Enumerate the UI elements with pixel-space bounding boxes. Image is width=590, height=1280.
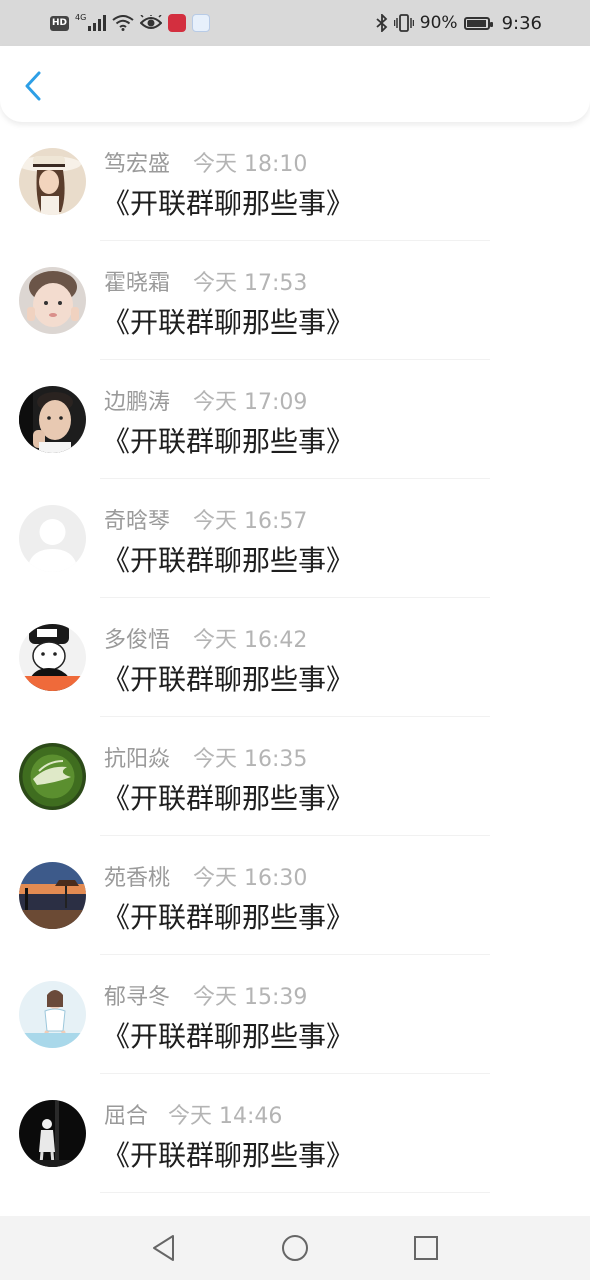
- avatar-cartoon-boy[interactable]: [19, 624, 86, 691]
- message-time: 今天 16:35: [193, 747, 308, 772]
- message-text: 《开联群聊那些事》: [102, 1139, 355, 1172]
- nav-home-button[interactable]: [277, 1230, 313, 1266]
- message-time: 今天 14:46: [168, 1104, 283, 1129]
- sender-name: 奇晗琴: [104, 509, 171, 534]
- avatar-sunset-beach[interactable]: [19, 862, 86, 929]
- message-time: 今天 16:42: [193, 628, 308, 653]
- avatar-girl-drawing[interactable]: [19, 981, 86, 1048]
- message-list[interactable]: 笃宏盛 今天 18:10 《开联群聊那些事》 霍晓霜 今天 17:53 《开联群…: [0, 122, 590, 1216]
- nav-recents-button[interactable]: [408, 1230, 444, 1266]
- message-text: 《开联群聊那些事》: [102, 782, 355, 815]
- chevron-left-icon: [25, 71, 41, 101]
- message-time: 今天 16:30: [193, 866, 308, 891]
- status-right-icons: 90% 9:36: [376, 12, 542, 34]
- message-text: 《开联群聊那些事》: [102, 901, 355, 934]
- list-item[interactable]: 笃宏盛 今天 18:10 《开联群聊那些事》: [0, 122, 590, 241]
- sender-name: 苑香桃: [104, 866, 171, 891]
- list-item[interactable]: 郁寻冬 今天 15:39 《开联群聊那些事》: [0, 955, 590, 1074]
- battery-percent: 90%: [419, 13, 458, 33]
- app-red-icon: [168, 14, 187, 32]
- avatar-child[interactable]: [19, 267, 86, 334]
- divider: [100, 1192, 490, 1193]
- sender-name: 屈合: [104, 1104, 149, 1129]
- eye-icon: [140, 15, 163, 29]
- list-item[interactable]: 霍晓霜 今天 17:53 《开联群聊那些事》: [0, 241, 590, 360]
- message-time: 今天 17:53: [193, 271, 308, 296]
- message-time: 今天 16:57: [193, 509, 308, 534]
- wifi-icon: [112, 15, 134, 31]
- message-text: 《开联群聊那些事》: [102, 306, 355, 339]
- status-bar: HD 4G 90% 9:36: [0, 0, 590, 46]
- message-text: 《开联群聊那些事》: [102, 425, 355, 458]
- sender-name: 抗阳焱: [104, 747, 171, 772]
- back-button[interactable]: [18, 68, 48, 104]
- message-time: 今天 18:10: [193, 152, 308, 177]
- bluetooth-icon: [376, 14, 388, 32]
- sender-name: 郁寻冬: [104, 985, 171, 1010]
- list-item[interactable]: 屈合 今天 14:46 《开联群聊那些事》: [0, 1074, 590, 1193]
- avatar-young-man[interactable]: [19, 386, 86, 453]
- avatar-latte-art[interactable]: [19, 743, 86, 810]
- sender-name: 多俊悟: [104, 628, 171, 653]
- avatar-default[interactable]: [19, 505, 86, 572]
- message-text: 《开联群聊那些事》: [102, 544, 355, 577]
- signal-icon: [88, 15, 107, 31]
- network-type-label: 4G: [75, 12, 87, 22]
- avatar-woman-hat[interactable]: [19, 148, 86, 215]
- list-item[interactable]: 抗阳焱 今天 16:35 《开联群聊那些事》: [0, 717, 590, 836]
- message-text: 《开联群聊那些事》: [102, 663, 355, 696]
- battery-icon: [463, 16, 493, 30]
- message-time: 今天 15:39: [193, 985, 308, 1010]
- status-left-icons: HD 4G: [50, 12, 211, 34]
- message-text: 《开联群聊那些事》: [102, 1020, 355, 1053]
- list-item[interactable]: 边鹏涛 今天 17:09 《开联群聊那些事》: [0, 360, 590, 479]
- sender-name: 笃宏盛: [104, 152, 171, 177]
- sender-name: 边鹏涛: [104, 390, 171, 415]
- system-nav-bar: [0, 1216, 590, 1280]
- list-item[interactable]: 苑香桃 今天 16:30 《开联群聊那些事》: [0, 836, 590, 955]
- sender-name: 霍晓霜: [104, 271, 171, 296]
- clock: 9:36: [501, 12, 542, 34]
- nav-back-button[interactable]: [146, 1230, 182, 1266]
- triangle-back-icon: [153, 1235, 174, 1261]
- list-item[interactable]: 多俊悟 今天 16:42 《开联群聊那些事》: [0, 598, 590, 717]
- message-time: 今天 17:09: [193, 390, 308, 415]
- app-baidu-icon: [192, 14, 211, 32]
- avatar-night-figure[interactable]: [19, 1100, 86, 1167]
- vibrate-icon: [393, 14, 414, 32]
- hd-icon: HD: [50, 15, 70, 31]
- top-header: [0, 46, 590, 122]
- square-recents-icon: [414, 1236, 438, 1260]
- list-item[interactable]: 奇晗琴 今天 16:57 《开联群聊那些事》: [0, 479, 590, 598]
- message-text: 《开联群聊那些事》: [102, 187, 355, 220]
- circle-home-icon: [282, 1235, 308, 1261]
